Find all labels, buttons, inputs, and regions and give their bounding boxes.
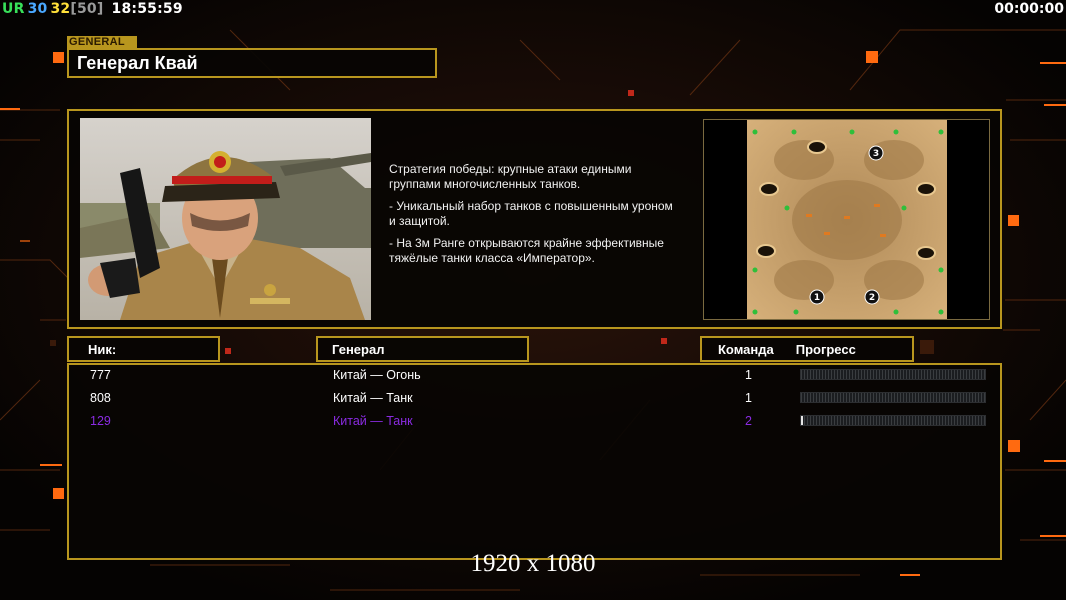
general-portrait: [80, 118, 371, 320]
player-team: 1: [745, 391, 752, 405]
feature-text-1: - Уникальный набор танков с повышенным у…: [389, 199, 673, 228]
fps-value-2: 32: [50, 1, 71, 17]
fps-limit: [50]: [70, 1, 104, 17]
clock: 18:55:59: [111, 1, 183, 17]
general-column-label: Генерал: [332, 341, 385, 357]
ur-label: UR: [2, 1, 25, 17]
general-column-header: Генерал: [316, 336, 529, 362]
player-team: 2: [745, 414, 752, 428]
general-title-box: Генерал Квай: [67, 48, 437, 78]
player-row: 129 Китай — Танк 2: [69, 411, 1000, 431]
player-row: 808 Китай — Танк 1: [69, 388, 1000, 408]
player-general: Китай — Огонь: [333, 368, 421, 382]
player-progress-bar: [800, 369, 986, 380]
player-nick: 808: [90, 391, 111, 405]
player-nick: 129: [90, 414, 111, 428]
map-start-1: 1: [814, 293, 820, 303]
map-start-2: 2: [869, 293, 875, 303]
player-row: 777 Китай — Огонь 1: [69, 365, 1000, 385]
desert-minimap-image: 3 1 2: [747, 120, 947, 319]
strategy-text: Стратегия победы: крупные атаки едиными …: [389, 162, 632, 191]
progress-column-label: Прогресс: [795, 341, 856, 357]
player-progress-fill: [801, 416, 803, 425]
player-general: Китай — Танк: [333, 414, 413, 428]
map-preview[interactable]: 3 1 2: [703, 119, 990, 320]
player-progress-bar: [800, 392, 986, 403]
general-portrait-image: [80, 118, 371, 320]
player-team: 1: [745, 368, 752, 382]
nick-column-label: Ник:: [88, 341, 117, 357]
fps-value-1: 30: [27, 1, 48, 17]
team-progress-header: Команда Прогресс: [700, 336, 914, 362]
player-general: Китай — Танк: [333, 391, 413, 405]
player-progress-bar: [800, 415, 986, 426]
general-name: Генерал Квай: [77, 52, 198, 73]
general-description: Стратегия победы: крупные атаки едиными …: [389, 162, 699, 273]
game-timer: 00:00:00: [994, 1, 1064, 17]
map-start-3: 3: [873, 149, 879, 159]
players-list: 777 Китай — Огонь 1 808 Китай — Танк 1 1…: [67, 363, 1002, 560]
player-nick: 777: [90, 368, 111, 382]
nick-column-header: Ник:: [67, 336, 220, 362]
fps-counter: UR 30 32[50] 18:55:59: [2, 1, 186, 17]
feature-text-2: - На 3м Ранге открываются крайне эффекти…: [389, 236, 664, 265]
team-column-label: Команда: [718, 341, 774, 357]
resolution-label: 1920 x 1080: [470, 550, 596, 577]
